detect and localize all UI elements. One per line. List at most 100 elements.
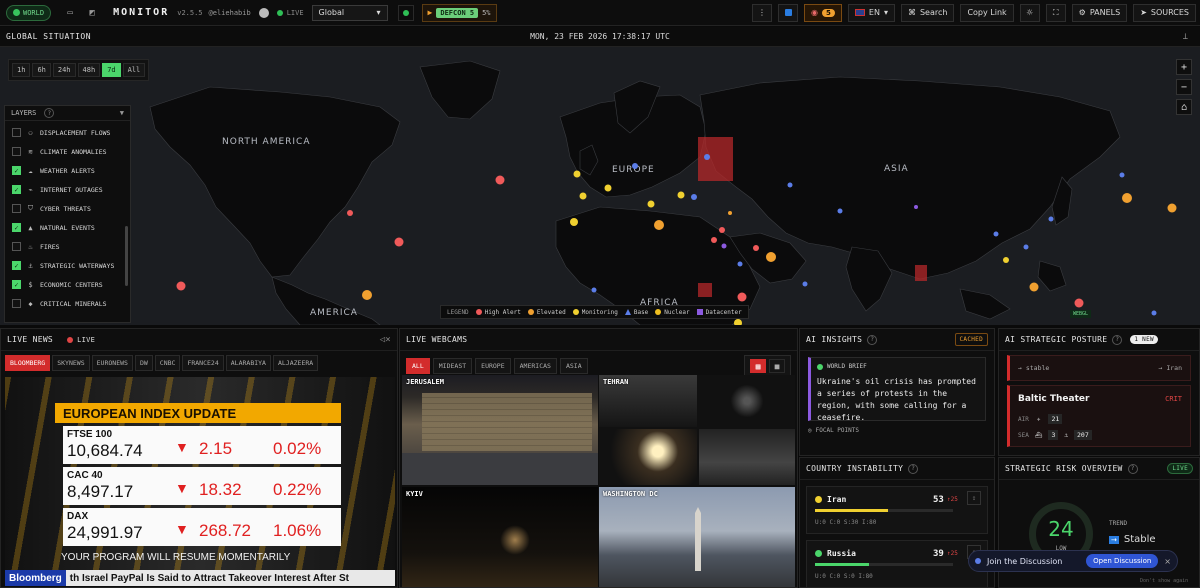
webcam-kyiv[interactable]: KYIV bbox=[402, 487, 598, 587]
marker-base[interactable] bbox=[1023, 244, 1029, 250]
marker-base[interactable] bbox=[993, 231, 999, 237]
time-tab[interactable]: 48h bbox=[77, 63, 101, 77]
marker-high-alert[interactable] bbox=[1074, 298, 1084, 308]
layer-checkbox[interactable] bbox=[12, 128, 21, 137]
marker-high-alert[interactable] bbox=[495, 175, 505, 185]
marker-base[interactable] bbox=[837, 208, 843, 214]
alert-zone-sudan[interactable] bbox=[698, 283, 712, 297]
layer-item[interactable]: ✓ ▲ NATURAL EVENTS bbox=[12, 218, 130, 237]
marker-datacenter[interactable] bbox=[914, 205, 918, 209]
layer-item[interactable]: ✓ ⚓ STRATEGIC WATERWAYS bbox=[12, 256, 130, 275]
marker-base[interactable] bbox=[802, 281, 808, 287]
marker-base[interactable] bbox=[1151, 310, 1157, 316]
marker-elevated[interactable] bbox=[1029, 282, 1039, 292]
time-tab[interactable]: 24h bbox=[52, 63, 76, 77]
marker-base[interactable] bbox=[704, 154, 710, 160]
single-view-icon[interactable]: ■ bbox=[769, 359, 785, 373]
marker-high-alert[interactable] bbox=[719, 227, 725, 233]
channel-tab-alarabiya[interactable]: ALARABIYA bbox=[225, 355, 271, 371]
flag-button[interactable] bbox=[778, 3, 799, 22]
marker-elevated[interactable] bbox=[654, 220, 664, 230]
layers-header[interactable]: LAYERS ? ▼ bbox=[5, 106, 130, 121]
copy-link-button[interactable]: Copy Link bbox=[960, 3, 1014, 22]
layer-item[interactable]: ◆ CRITICAL MINERALS bbox=[12, 294, 130, 313]
theater-card-baltic[interactable]: Baltic Theater CRIT AIR ✈ 21 SEA ⛴ 3 ⚓ 207 bbox=[1007, 385, 1191, 447]
marker-base[interactable] bbox=[737, 261, 743, 267]
more-button[interactable]: ⋮ bbox=[752, 3, 773, 22]
time-tab[interactable]: 1h bbox=[12, 63, 31, 77]
marker-base[interactable] bbox=[591, 287, 597, 293]
world-map[interactable]: NORTH AMERICA EUROPE ASIA AFRICA AMERICA bbox=[0, 47, 1200, 325]
defcon-indicator[interactable]: ▶ DEFCON 5 5% bbox=[421, 3, 497, 22]
marker-high-alert[interactable] bbox=[711, 237, 717, 243]
chart-icon[interactable]: ◩ bbox=[81, 5, 103, 21]
collapse-icon[interactable]: ▼ bbox=[120, 109, 124, 117]
zoom-out-button[interactable]: − bbox=[1176, 79, 1192, 95]
webcam-tab-americas[interactable]: AMERICAS bbox=[513, 358, 557, 374]
marker-base[interactable] bbox=[632, 163, 638, 169]
channel-tab-aljazeera[interactable]: ALJAZEERA bbox=[272, 355, 319, 371]
marker-base[interactable] bbox=[1048, 216, 1054, 222]
author-handle[interactable]: @eliehabib bbox=[209, 9, 251, 17]
help-icon[interactable]: ? bbox=[44, 108, 55, 118]
map-panel[interactable]: GLOBAL SITUATION MON, 23 FEB 2026 17:38:… bbox=[0, 27, 1200, 325]
grid-view-icon[interactable]: ▦ bbox=[750, 359, 766, 373]
marker-elevated[interactable] bbox=[1122, 193, 1132, 203]
channel-tab-euronews[interactable]: EURONEWS bbox=[91, 355, 133, 371]
marker-high-alert[interactable] bbox=[737, 292, 747, 302]
monitor-icon[interactable]: ▭ bbox=[59, 5, 81, 21]
channel-tab-france24[interactable]: FRANCE24 bbox=[182, 355, 224, 371]
layer-checkbox[interactable]: ✓ bbox=[12, 223, 21, 232]
marker-high-alert[interactable] bbox=[394, 237, 404, 247]
layer-checkbox[interactable]: ✓ bbox=[12, 185, 21, 194]
time-tab[interactable]: All bbox=[122, 63, 146, 77]
share-icon[interactable]: ⇪ bbox=[967, 491, 981, 505]
world-switch[interactable]: WORLD bbox=[6, 4, 52, 21]
webcam-tab-europe[interactable]: EUROPE bbox=[475, 358, 511, 374]
country-row[interactable]: Russia39↑25⇪U:0 C:0 S:0 I:80 bbox=[806, 540, 988, 587]
layers-scrollbar[interactable] bbox=[125, 226, 128, 286]
webcam-tab-all[interactable]: ALL bbox=[406, 358, 430, 374]
marker-elevated[interactable] bbox=[362, 290, 372, 300]
layer-checkbox[interactable]: ✓ bbox=[12, 261, 21, 270]
marker-high-alert[interactable] bbox=[176, 281, 186, 291]
language-select[interactable]: EN ▾ bbox=[847, 3, 895, 22]
marker-elevated[interactable] bbox=[766, 252, 776, 262]
help-icon[interactable]: ? bbox=[1127, 463, 1138, 474]
marker-monitoring[interactable] bbox=[570, 218, 578, 226]
marker-high-alert[interactable] bbox=[347, 210, 353, 216]
layer-item[interactable]: ✓ ☁ WEATHER ALERTS bbox=[12, 161, 130, 180]
fullscreen-button[interactable]: ⛶ bbox=[1045, 3, 1066, 22]
channel-tab-cnbc[interactable]: CNBC bbox=[154, 355, 181, 371]
country-row[interactable]: Iran 53 ↑25 ⇪ U:0 C:0 S:30 I:80 bbox=[806, 486, 988, 534]
marker-monitoring[interactable] bbox=[573, 170, 581, 178]
channel-tab-skynews[interactable]: SKYNEWS bbox=[52, 355, 90, 371]
webcam-jerusalem[interactable]: JERUSALEM bbox=[402, 375, 598, 485]
marker-monitoring[interactable] bbox=[1003, 257, 1009, 263]
webcam-tab-mideast[interactable]: MIDEAST bbox=[432, 358, 473, 374]
alerts-button[interactable]: ◉ 5 bbox=[804, 3, 842, 22]
marker-base[interactable] bbox=[691, 194, 697, 200]
alert-zone-ukraine[interactable] bbox=[698, 137, 733, 181]
layer-checkbox[interactable] bbox=[12, 242, 21, 251]
theme-toggle[interactable]: ☼ bbox=[1019, 3, 1040, 22]
marker-nuclear[interactable] bbox=[728, 211, 732, 215]
webcam-tehran[interactable]: TEHRAN bbox=[599, 375, 795, 485]
news-video-player[interactable]: EUROPEAN INDEX UPDATE FTSE 100 10,684.74 2… bbox=[5, 377, 395, 586]
help-icon[interactable]: ? bbox=[1112, 334, 1123, 345]
webcam-washington-dc[interactable]: WASHINGTON DC bbox=[599, 487, 795, 587]
layer-checkbox[interactable] bbox=[12, 299, 21, 308]
layer-item[interactable]: ≋ CLIMATE ANOMALIES bbox=[12, 142, 130, 161]
marker-high-alert[interactable] bbox=[753, 245, 759, 251]
layer-item[interactable]: ♨ FIRES bbox=[12, 237, 130, 256]
help-icon[interactable]: ? bbox=[908, 463, 919, 474]
layer-checkbox[interactable]: ✓ bbox=[12, 280, 21, 289]
panels-button[interactable]: ⚙ PANELS bbox=[1071, 3, 1128, 22]
marker-monitoring[interactable] bbox=[579, 192, 587, 200]
dont-show-again-link[interactable]: Don't show again bbox=[1140, 578, 1188, 584]
marker-monitoring[interactable] bbox=[677, 191, 685, 199]
layer-checkbox[interactable]: ✓ bbox=[12, 166, 21, 175]
marker-datacenter[interactable] bbox=[721, 243, 727, 249]
mute-icon[interactable]: ◁× bbox=[380, 335, 391, 345]
webcam-tab-asia[interactable]: ASIA bbox=[559, 358, 588, 374]
